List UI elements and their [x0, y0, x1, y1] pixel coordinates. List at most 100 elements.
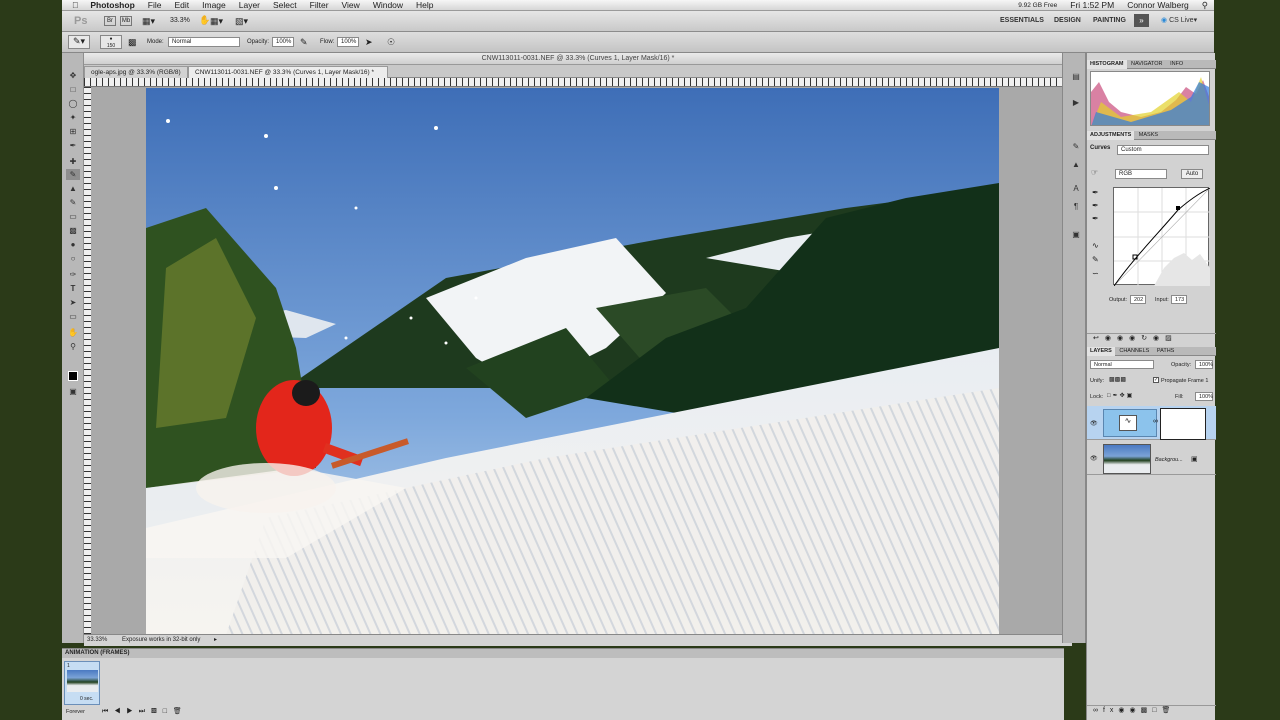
pen-tool-icon[interactable]: ✑ [66, 269, 80, 280]
marquee-tool-icon[interactable]: □ [66, 84, 80, 95]
flow-field[interactable]: 100% [337, 37, 359, 47]
tab-navigator[interactable]: NAVIGATOR [1128, 61, 1165, 67]
vertical-ruler[interactable] [84, 87, 91, 640]
menu-edit[interactable]: Edit [174, 0, 189, 10]
tab-paths[interactable]: PATHS [1154, 348, 1178, 354]
brush-preset-picker[interactable]: ● 150 [100, 35, 122, 49]
arrange-docs-icon[interactable]: ▦▾ [210, 16, 223, 27]
cslive-button[interactable]: ◉ CS Live▾ [1161, 16, 1197, 24]
pencil-curve-icon[interactable]: ✎ [1092, 255, 1099, 264]
auto-button[interactable]: Auto [1181, 169, 1203, 179]
animation-frame-1[interactable]: 1 0 sec. [64, 661, 100, 705]
horizontal-ruler[interactable] [84, 78, 1072, 87]
spotlight-icon[interactable]: ⚲ [1202, 0, 1208, 11]
menu-layer[interactable]: Layer [239, 0, 260, 10]
tab-masks[interactable]: MASKS [1136, 132, 1161, 138]
more-workspaces-button[interactable]: » [1134, 14, 1149, 27]
loop-select[interactable]: Forever [66, 709, 85, 715]
path-select-tool-icon[interactable]: ➤ [66, 297, 80, 308]
input-field[interactable]: 173 [1171, 295, 1187, 304]
menu-select[interactable]: Select [273, 0, 297, 10]
history-brush-tool-icon[interactable]: ✎ [66, 197, 80, 208]
tab-histogram[interactable]: HISTOGRAM [1087, 60, 1127, 69]
visibility-eye-icon[interactable]: 👁 [1090, 455, 1098, 462]
type-tool-icon[interactable]: T [66, 283, 80, 294]
playback-controls[interactable]: ⏮◀▶⏭▩□🗑 [102, 707, 188, 716]
opacity-field[interactable]: 100% [272, 37, 294, 47]
lasso-tool-icon[interactable]: ◯ [66, 98, 80, 109]
fill-field[interactable]: 100% [1195, 392, 1213, 401]
airbrush-icon[interactable]: ➤ [365, 37, 373, 48]
tab-info[interactable]: INFO [1167, 61, 1186, 67]
user-name[interactable]: Connor Walberg [1127, 0, 1189, 10]
mask-link-icon[interactable]: ∞ [1153, 418, 1158, 425]
clock-text[interactable]: Fri 1:52 PM [1070, 0, 1114, 10]
pressure-opacity-icon[interactable]: ✎ [300, 37, 308, 48]
output-field[interactable]: 202 [1130, 295, 1146, 304]
channel-select[interactable]: RGB [1115, 169, 1167, 179]
menu-help[interactable]: Help [416, 0, 433, 10]
layer-background[interactable]: 👁 Backgrou... ▣ [1087, 441, 1216, 475]
mode-select[interactable]: Normal [168, 37, 240, 47]
blur-tool-icon[interactable]: ● [66, 239, 80, 250]
healing-tool-icon[interactable]: ✚ [66, 156, 80, 167]
tab-channels[interactable]: CHANNELS [1116, 348, 1152, 354]
smooth-curve-icon[interactable]: ∽ [1092, 269, 1099, 278]
workspace-essentials[interactable]: ESSENTIALS [1000, 17, 1044, 24]
character-panel-icon[interactable]: A [1069, 183, 1083, 194]
brush-panel-icon[interactable]: ✎ [1069, 141, 1083, 152]
eraser-tool-icon[interactable]: ▭ [66, 211, 80, 222]
shape-tool-icon[interactable]: ▭ [66, 311, 80, 322]
pressure-size-icon[interactable]: ☉ [387, 37, 395, 48]
tab-layers[interactable]: LAYERS [1087, 347, 1115, 356]
zoom-level[interactable]: 33.3% [170, 17, 190, 24]
tool-preset-picker[interactable]: ✎▾ [68, 35, 90, 49]
propagate-checkbox[interactable]: ✓ [1153, 377, 1159, 383]
view-extras-icon[interactable]: ▦▾ [142, 16, 155, 27]
quick-mask-icon[interactable]: ▣ [66, 386, 80, 397]
brush-tool-icon[interactable]: ✎ [66, 169, 80, 180]
hand-tool-icon[interactable]: ✋ [66, 327, 80, 338]
zoom-tool-icon[interactable]: ⚲ [66, 341, 80, 352]
history-panel-icon[interactable]: ▤ [1069, 71, 1083, 82]
menu-file[interactable]: File [148, 0, 162, 10]
white-point-eyedropper-icon[interactable]: ✒ [1092, 214, 1099, 223]
dodge-tool-icon[interactable]: ○ [66, 253, 80, 264]
gray-point-eyedropper-icon[interactable]: ✒ [1092, 201, 1099, 210]
lock-icons[interactable]: □✒✥▣ [1107, 392, 1134, 399]
apple-icon[interactable]:  [72, 0, 78, 10]
clone-source-icon[interactable]: ▲ [1069, 159, 1083, 170]
layer-mask-thumbnail[interactable] [1160, 408, 1206, 440]
canvas-image[interactable] [146, 88, 999, 635]
bridge-button[interactable]: Br [104, 16, 116, 26]
layer-curves-1[interactable]: 👁 ∿ ∞ [1087, 406, 1216, 440]
clone-stamp-tool-icon[interactable]: ▲ [66, 183, 80, 194]
menu-filter[interactable]: Filter [310, 0, 329, 10]
tab-ogle-aps[interactable]: ogle-aps.jpg @ 33.3% (RGB/8) [84, 66, 188, 78]
foreground-color-swatch[interactable] [68, 371, 78, 381]
black-point-eyedropper-icon[interactable]: ✒ [1092, 188, 1099, 197]
notes-panel-icon[interactable]: ▣ [1069, 229, 1083, 240]
workspace-painting[interactable]: PAINTING [1093, 17, 1126, 24]
quick-select-tool-icon[interactable]: ✦ [66, 112, 80, 123]
minibridge-button[interactable]: Mb [120, 16, 132, 26]
actions-panel-icon[interactable]: ▶ [1069, 97, 1083, 108]
move-tool-icon[interactable]: ✥ [66, 70, 80, 81]
layer-opacity-field[interactable]: 100% [1195, 360, 1213, 369]
menu-window[interactable]: Window [373, 0, 403, 10]
menu-view[interactable]: View [342, 0, 360, 10]
paragraph-panel-icon[interactable]: ¶ [1069, 201, 1083, 212]
visibility-eye-icon[interactable]: 👁 [1090, 420, 1098, 427]
frame-delay[interactable]: 0 sec. [80, 696, 93, 702]
eyedropper-tool-icon[interactable]: ✒ [66, 140, 80, 151]
target-adjust-icon[interactable]: ☞ [1091, 168, 1098, 177]
curve-point-tool-icon[interactable]: ∿ [1092, 241, 1099, 250]
hand-tool-icon[interactable]: ✋ [199, 15, 210, 26]
tab-adjustments[interactable]: ADJUSTMENTS [1087, 131, 1135, 140]
tab-cnw113011[interactable]: CNW113011-0031.NEF @ 33.3% (Curves 1, La… [188, 66, 388, 78]
screen-mode-icon[interactable]: ▧▾ [235, 16, 248, 27]
curves-preset-select[interactable]: Custom [1117, 145, 1209, 155]
menu-image[interactable]: Image [202, 0, 226, 10]
curves-graph[interactable] [1113, 187, 1211, 287]
unify-icons[interactable]: ▩▩▩ [1109, 376, 1126, 383]
